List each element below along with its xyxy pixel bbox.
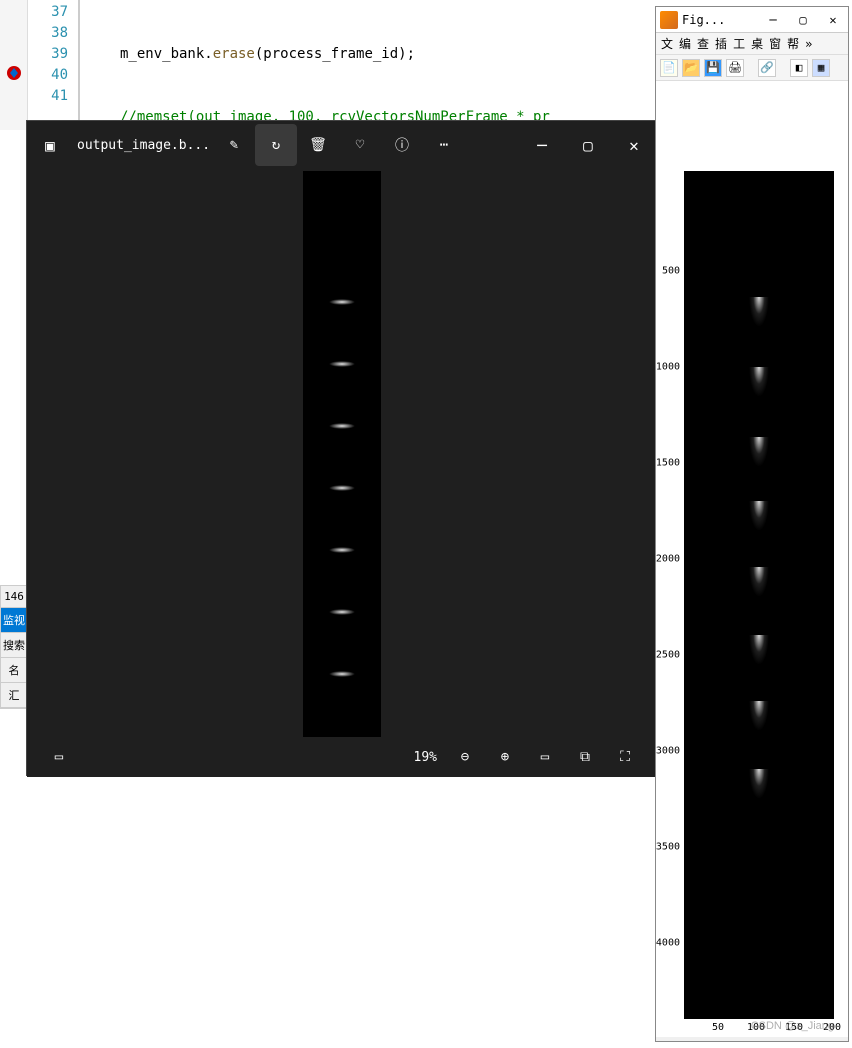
- image-spot: [329, 361, 355, 367]
- fullscreen-icon[interactable]: ⛶: [605, 749, 645, 765]
- y-tick: 500: [662, 266, 680, 277]
- matlab-titlebar: Fig... ─ ▢ ✕: [656, 7, 848, 33]
- side-item[interactable]: 146: [1, 586, 27, 608]
- menu-view[interactable]: 查: [694, 35, 712, 52]
- minimize-icon[interactable]: ─: [519, 129, 565, 161]
- line-number: 37: [28, 2, 68, 23]
- gallery-icon[interactable]: ▣: [27, 136, 73, 155]
- edit-icon[interactable]: ✎: [213, 124, 255, 166]
- maximize-icon[interactable]: ▢: [565, 129, 611, 161]
- menu-tools[interactable]: 工: [730, 35, 748, 52]
- image-spot: [329, 547, 355, 553]
- line-numbers: 37 38 39 40 41: [28, 0, 78, 130]
- matlab-menubar: 文 编 查 插 工 桌 窗 帮 »: [656, 33, 848, 55]
- matlab-title: Fig...: [682, 13, 758, 27]
- matlab-toolbar: 📄 📂 💾 🖨 🔗 ◧ ▦: [656, 55, 848, 81]
- minimize-icon[interactable]: ─: [758, 13, 788, 27]
- side-item-search[interactable]: 搜索: [1, 633, 27, 658]
- matlab-plot-area[interactable]: 500 1000 1500 2000 2500 3000 3500 4000 5…: [656, 81, 848, 1037]
- menu-overflow-icon[interactable]: »: [802, 37, 815, 51]
- fit-icon[interactable]: ▭: [525, 749, 565, 765]
- print-icon[interactable]: 🖨: [726, 59, 744, 77]
- plot-axes: [684, 171, 834, 1019]
- y-tick: 3000: [656, 746, 680, 757]
- menu-insert[interactable]: 插: [712, 35, 730, 52]
- plot-feature: [749, 769, 769, 799]
- new-icon[interactable]: 📄: [660, 59, 678, 77]
- menu-help[interactable]: 帮: [784, 35, 802, 52]
- zoom-out-icon[interactable]: ⊖: [445, 749, 485, 765]
- dock-icon[interactable]: ◧: [790, 59, 808, 77]
- side-item[interactable]: 名: [1, 658, 27, 683]
- image-spot: [329, 609, 355, 615]
- photos-titlebar: ▣ output_image.b... ✎ ↻ 🗑 ♡ ⓘ ⋯ ─ ▢ ✕: [27, 121, 657, 169]
- matlab-figure-window: Fig... ─ ▢ ✕ 文 编 查 插 工 桌 窗 帮 » 📄 📂 💾 🖨 🔗…: [655, 6, 849, 1042]
- layout-icon[interactable]: ▦: [812, 59, 830, 77]
- watermark: CSDN @z_Jiang: [751, 1020, 834, 1032]
- menu-desktop[interactable]: 桌: [748, 35, 766, 52]
- side-item[interactable]: 汇: [1, 683, 27, 708]
- save-icon[interactable]: 💾: [704, 59, 722, 77]
- output-image: [303, 171, 381, 737]
- more-icon[interactable]: ⋯: [423, 124, 465, 166]
- filmstrip-icon[interactable]: ▭: [39, 749, 79, 765]
- close-icon[interactable]: ✕: [818, 13, 848, 27]
- photos-title: output_image.b...: [73, 138, 213, 153]
- plot-feature: [749, 437, 769, 467]
- side-item-watch[interactable]: 监视: [1, 608, 27, 633]
- plot-feature: [749, 635, 769, 665]
- photos-canvas[interactable]: [27, 169, 657, 737]
- image-spot: [329, 671, 355, 677]
- photos-bottombar: ▭ 19% ⊖ ⊕ ▭ ⧉ ⛶: [27, 737, 657, 777]
- maximize-icon[interactable]: ▢: [788, 13, 818, 27]
- side-panel: 146 监视 搜索 名 汇: [0, 585, 28, 709]
- delete-icon[interactable]: 🗑: [297, 124, 339, 166]
- breakpoint-icon[interactable]: [5, 64, 23, 82]
- plot-feature: [749, 701, 769, 731]
- open-icon[interactable]: 📂: [682, 59, 700, 77]
- menu-window[interactable]: 窗: [766, 35, 784, 52]
- image-spot: [329, 423, 355, 429]
- image-spot: [329, 485, 355, 491]
- plot-feature: [749, 501, 769, 531]
- x-tick: 50: [712, 1022, 724, 1033]
- menu-edit[interactable]: 编: [676, 35, 694, 52]
- y-tick: 4000: [656, 938, 680, 949]
- photos-window: ▣ output_image.b... ✎ ↻ 🗑 ♡ ⓘ ⋯ ─ ▢ ✕ ▭: [26, 120, 658, 776]
- y-tick: 1500: [656, 458, 680, 469]
- y-tick: 2000: [656, 554, 680, 565]
- y-tick: 3500: [656, 842, 680, 853]
- info-icon[interactable]: ⓘ: [381, 124, 423, 166]
- favorite-icon[interactable]: ♡: [339, 124, 381, 166]
- zoom-in-icon[interactable]: ⊕: [485, 749, 525, 765]
- line-number: 39: [28, 44, 68, 65]
- image-spot: [329, 299, 355, 305]
- line-number: 40: [28, 65, 68, 86]
- link-icon[interactable]: 🔗: [758, 59, 776, 77]
- menu-file[interactable]: 文: [658, 35, 676, 52]
- zoom-label: 19%: [414, 750, 437, 765]
- line-number: 38: [28, 23, 68, 44]
- plot-feature: [749, 297, 769, 327]
- actual-size-icon[interactable]: ⧉: [565, 749, 605, 765]
- editor-gutter: [0, 0, 28, 130]
- matlab-logo-icon: [660, 11, 678, 29]
- plot-feature: [749, 367, 769, 397]
- y-tick: 1000: [656, 362, 680, 373]
- y-tick: 2500: [656, 650, 680, 661]
- plot-feature: [749, 567, 769, 597]
- line-number: 41: [28, 86, 68, 107]
- rotate-icon[interactable]: ↻: [255, 124, 297, 166]
- close-icon[interactable]: ✕: [611, 129, 657, 161]
